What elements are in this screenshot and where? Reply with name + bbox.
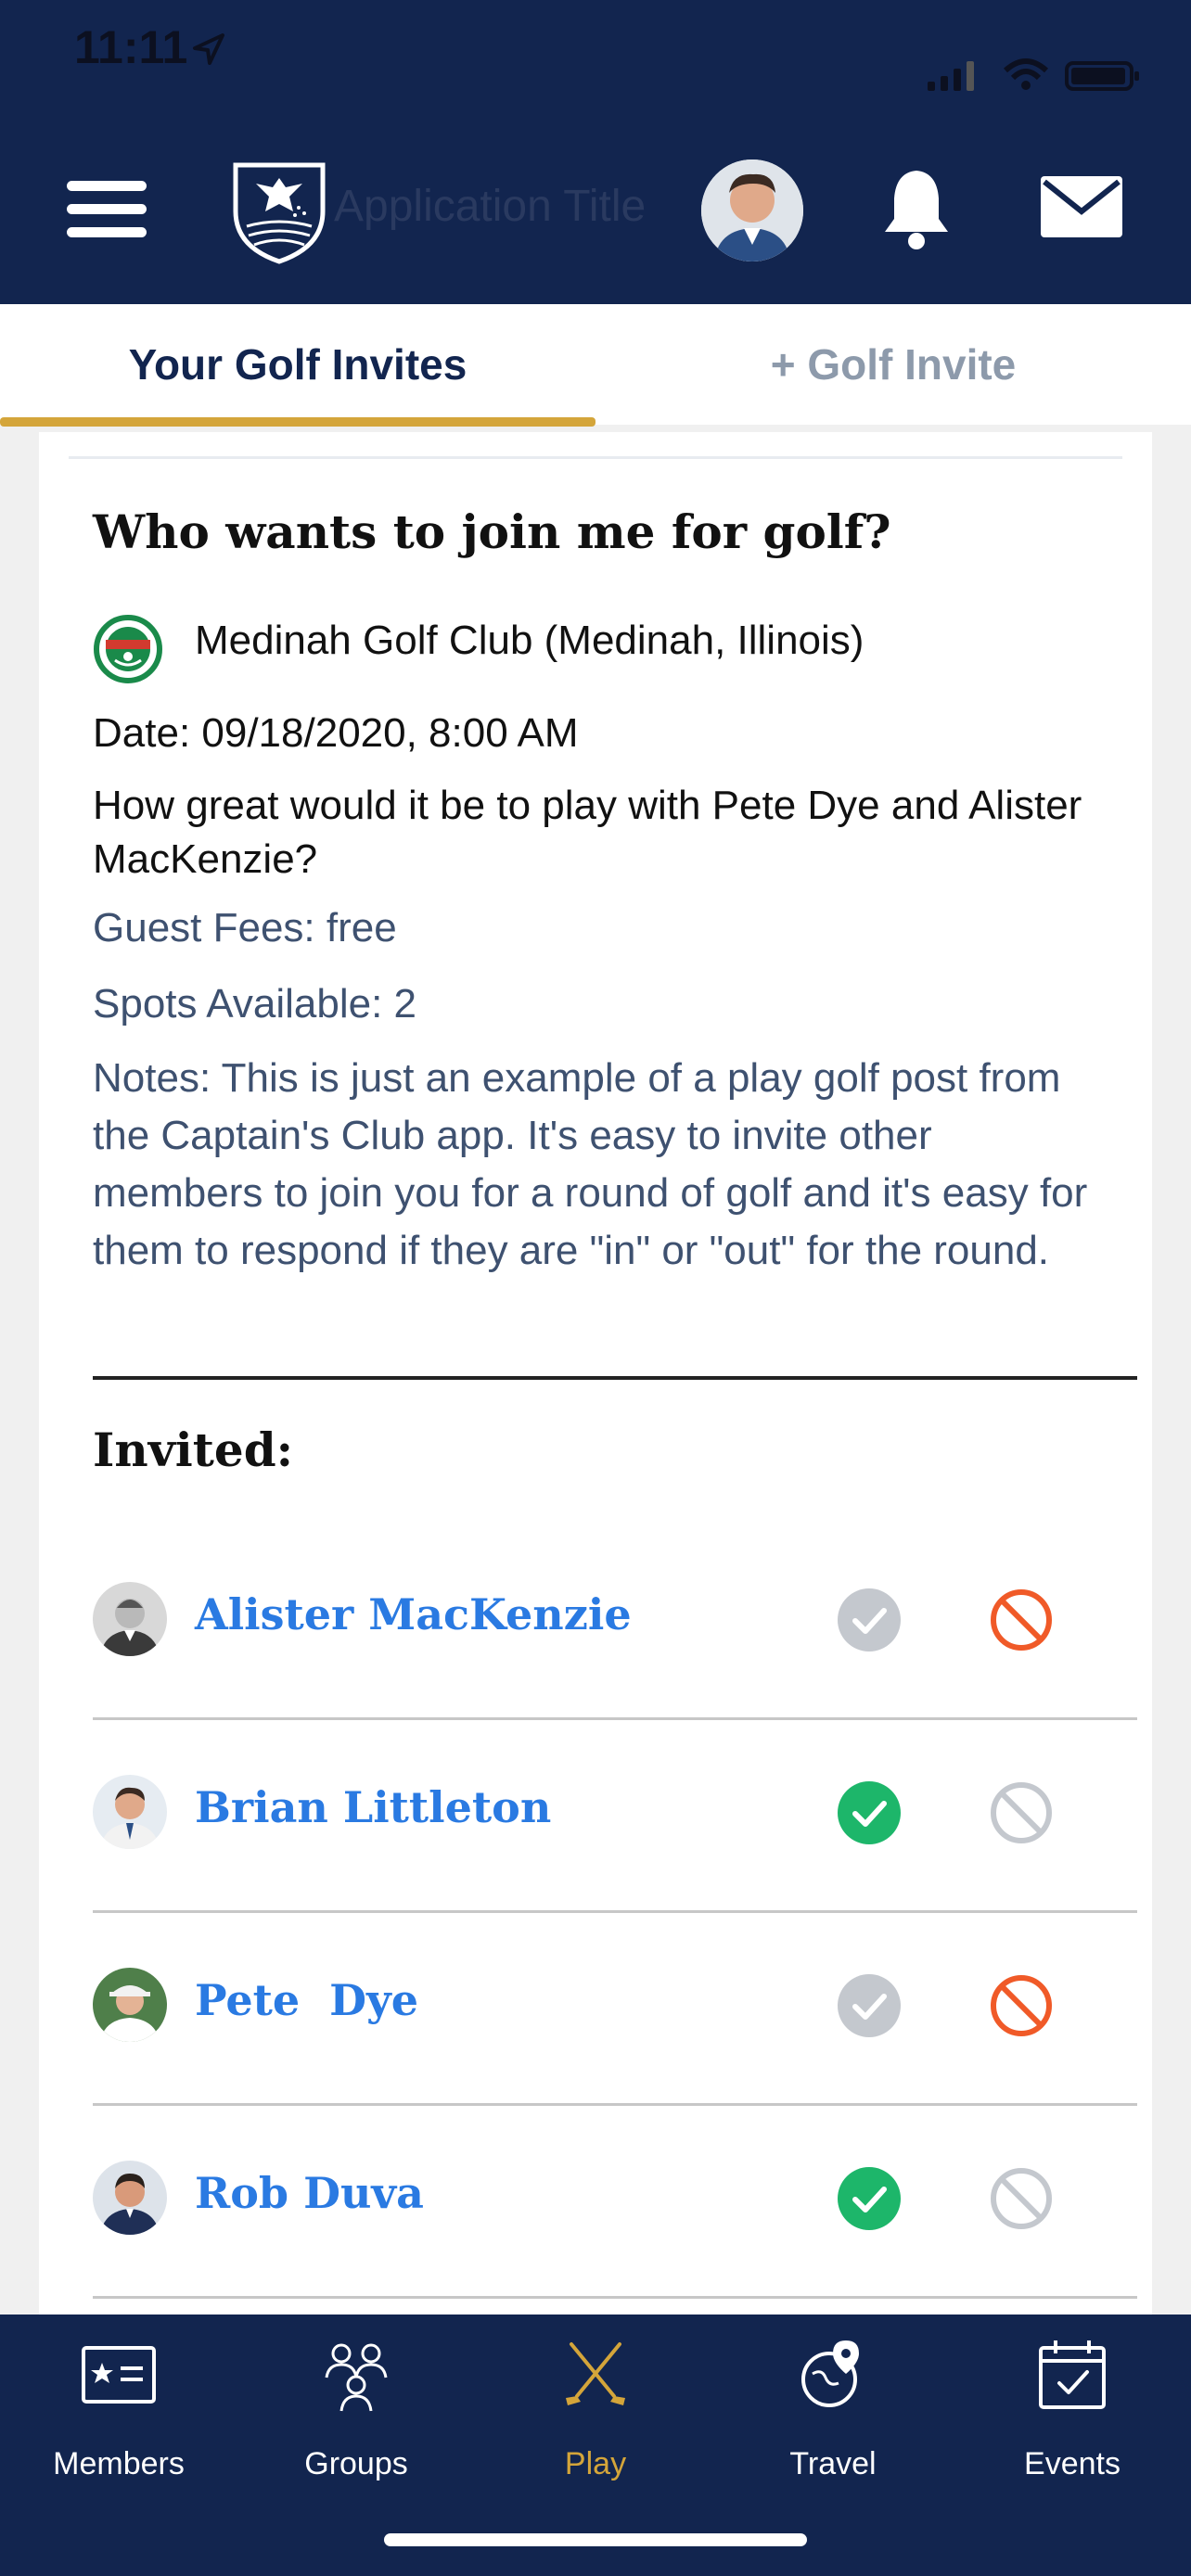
avatar-photo-icon: [93, 1775, 167, 1849]
tab-new-golf-invite[interactable]: + Golf Invite: [596, 304, 1191, 425]
app-title: Application Title: [334, 182, 647, 231]
invite-tabs: Your Golf Invites + Golf Invite: [0, 304, 1191, 427]
invitee-avatar[interactable]: [93, 1582, 167, 1656]
invitee-row: Pete Dye: [93, 1914, 1137, 2107]
spots-available: Spots Available: 2: [93, 981, 416, 1027]
status-time: 11:11: [74, 21, 188, 73]
user-avatar[interactable]: [701, 159, 803, 261]
menu-button[interactable]: [67, 181, 147, 238]
in-check-icon[interactable]: [837, 1780, 902, 1845]
nav-travel[interactable]: Travel: [714, 2337, 952, 2494]
nav-label: Members: [53, 2446, 185, 2481]
travel-globe-icon: [801, 2340, 859, 2407]
golf-clubs-icon: [566, 2342, 625, 2405]
row-divider: [93, 2103, 1137, 2106]
avatar-photo-icon: [93, 1968, 167, 2042]
nav-label: Travel: [789, 2446, 877, 2481]
guest-fees: Guest Fees: free: [93, 905, 397, 950]
avatar-photo-icon: [93, 1582, 167, 1656]
invitee-row: Brian Littleton: [93, 1721, 1137, 1914]
nav-label: Play: [564, 2446, 627, 2481]
out-decline-icon[interactable]: [989, 2166, 1054, 2231]
out-decline-icon[interactable]: [989, 1780, 1054, 1845]
post-notes: Notes: This is just an example of a play…: [93, 1055, 1088, 1273]
invitee-avatar[interactable]: [93, 1968, 167, 2042]
invitee-avatar[interactable]: [93, 1775, 167, 1849]
row-divider: [93, 2296, 1137, 2299]
groups-icon: [325, 2343, 388, 2412]
card-divider: [69, 456, 1122, 459]
row-divider: [93, 1717, 1137, 1720]
post-description: How great would it be to play with Pete …: [93, 783, 1082, 882]
notifications-bell-icon[interactable]: [881, 165, 952, 250]
nav-events[interactable]: Events: [954, 2337, 1191, 2494]
invitee-name[interactable]: Alister MacKenzie: [195, 1589, 632, 1639]
location-arrow-icon: [193, 33, 224, 65]
tab-your-golf-invites[interactable]: Your Golf Invites: [0, 304, 596, 425]
captains-club-logo-icon: [233, 162, 326, 264]
active-tab-indicator: [0, 417, 596, 427]
section-divider: [93, 1376, 1137, 1380]
in-check-icon[interactable]: [837, 2166, 902, 2231]
in-check-icon[interactable]: [837, 1973, 902, 2038]
invited-heading: Invited:: [93, 1422, 294, 1477]
post-date: Date: 09/18/2020, 8:00 AM: [93, 710, 579, 756]
status-indicators-icon: [928, 58, 1139, 91]
post-title: Who wants to join me for golf?: [93, 504, 891, 559]
invitee-row: Rob Duva: [93, 2107, 1137, 2300]
calendar-icon: [1039, 2340, 1106, 2409]
invitee-row: Alister MacKenzie: [93, 1528, 1137, 1721]
invitee-name[interactable]: Pete Dye: [195, 1975, 418, 2025]
club-name[interactable]: Medinah Golf Club (Medinah, Illinois): [195, 618, 864, 664]
user-avatar-icon: [701, 159, 803, 261]
out-decline-icon[interactable]: [989, 1588, 1054, 1652]
invitee-avatar[interactable]: [93, 2161, 167, 2235]
members-card-icon: [82, 2346, 156, 2404]
nav-label: Groups: [304, 2446, 408, 2481]
nav-members[interactable]: Members: [0, 2337, 237, 2494]
in-check-icon[interactable]: [837, 1588, 902, 1652]
home-indicator: [384, 2533, 807, 2546]
club-logo-icon: [94, 615, 162, 683]
invitee-name[interactable]: Rob Duva: [195, 2168, 424, 2218]
nav-groups[interactable]: Groups: [237, 2337, 475, 2494]
nav-play[interactable]: Play: [477, 2337, 714, 2494]
nav-label: Events: [1024, 2446, 1121, 2481]
out-decline-icon[interactable]: [989, 1973, 1054, 2038]
hamburger-icon: [67, 181, 147, 191]
app-header: 11:11 Application Title: [0, 0, 1191, 304]
golf-post-card: Who wants to join me for golf? Medinah G…: [39, 432, 1152, 2315]
messages-mail-icon[interactable]: [1041, 176, 1122, 237]
avatar-photo-icon: [93, 2161, 167, 2235]
row-divider: [93, 1910, 1137, 1913]
invitee-name[interactable]: Brian Littleton: [195, 1782, 551, 1832]
